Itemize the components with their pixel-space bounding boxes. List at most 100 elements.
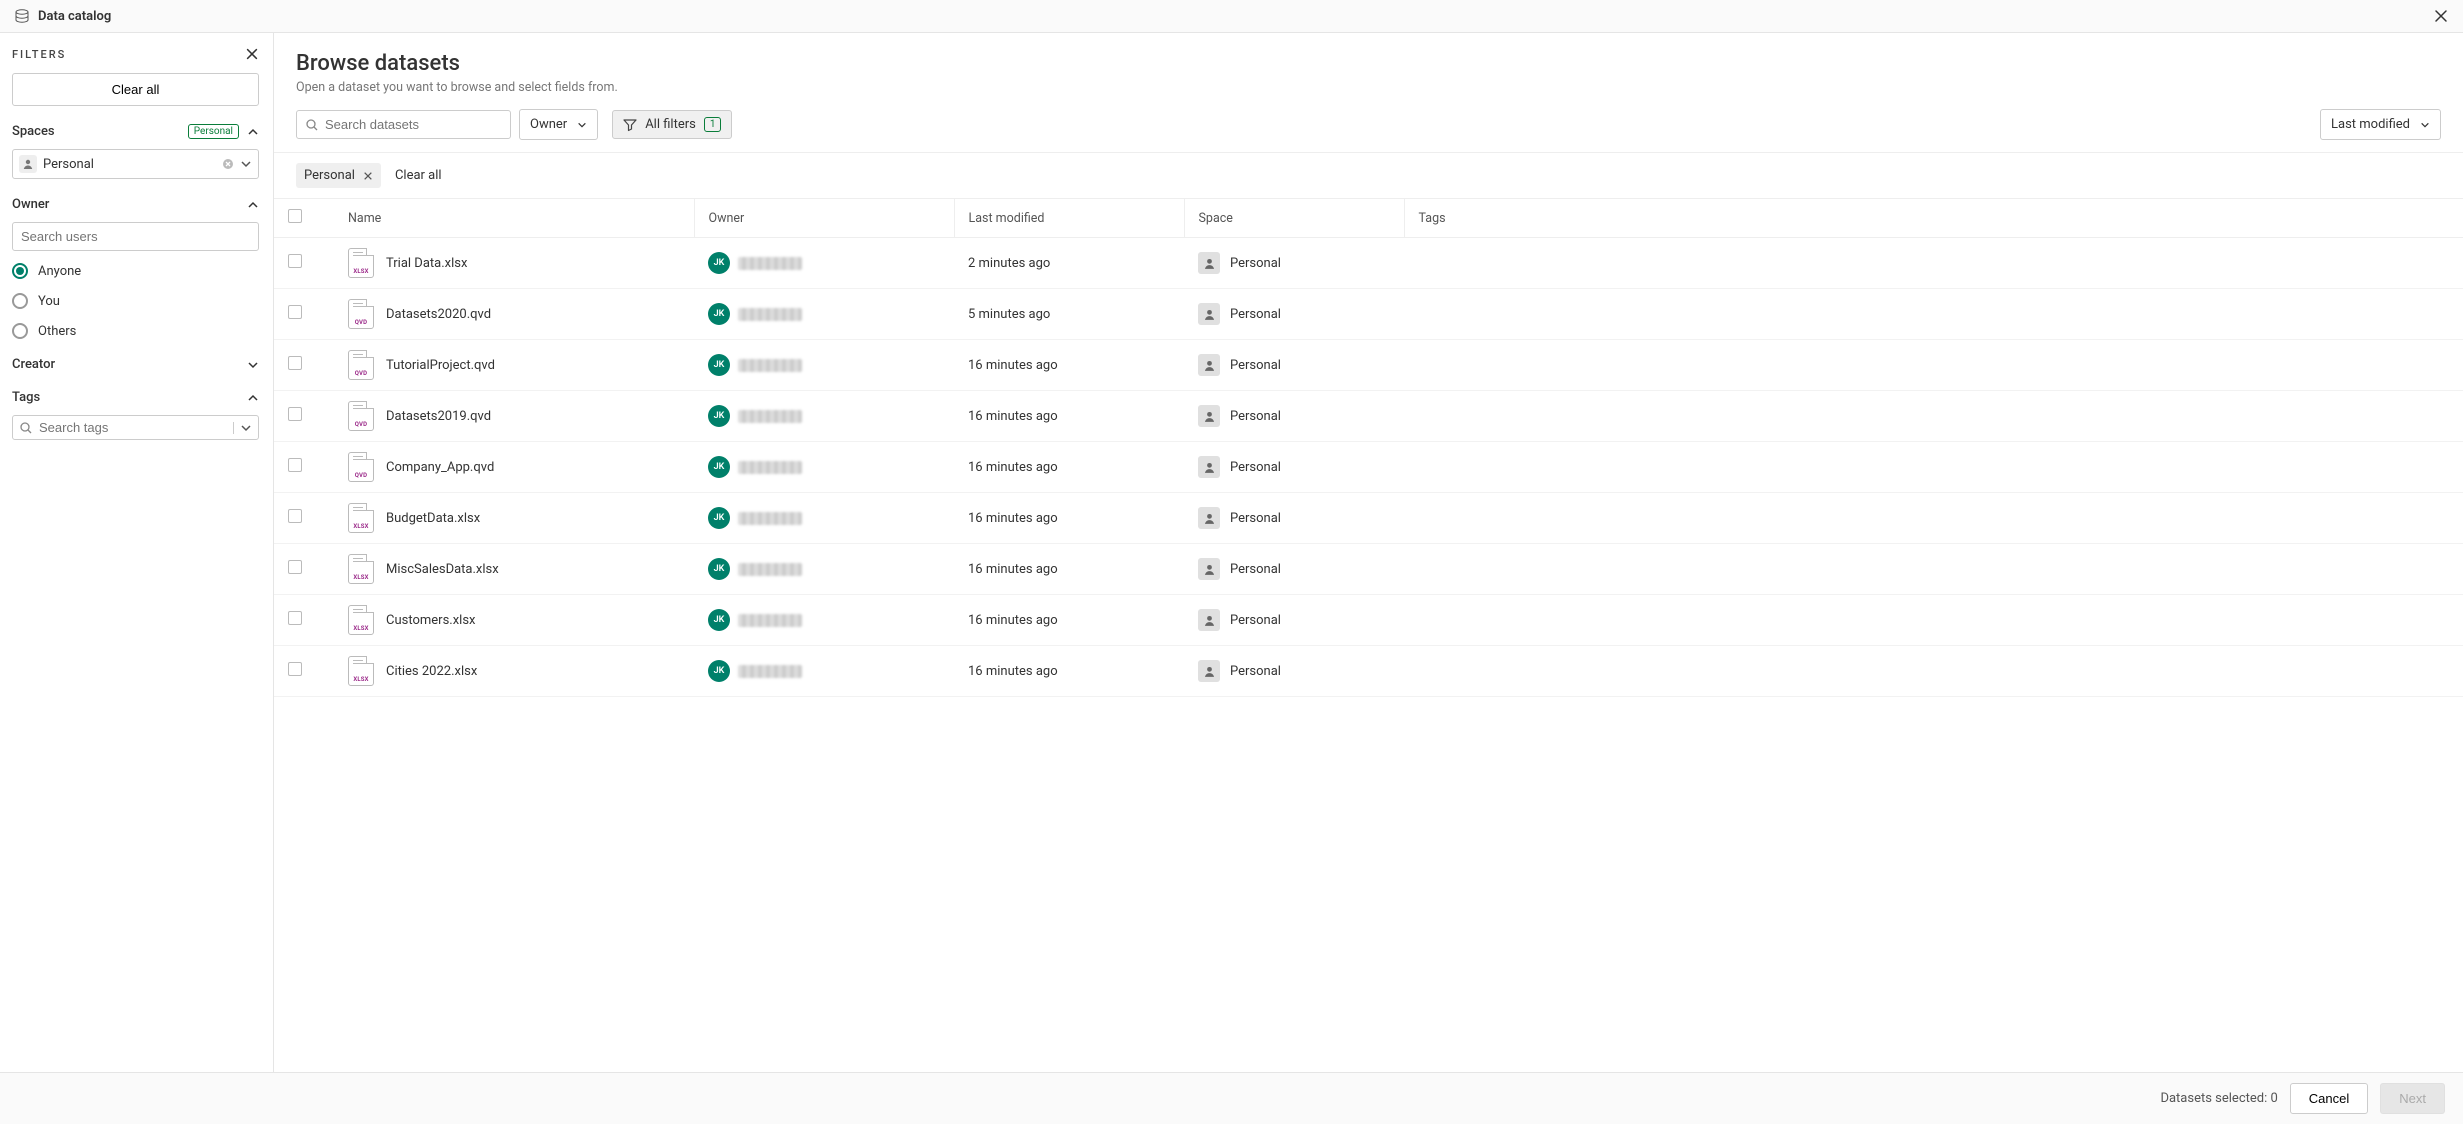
- creator-toggle[interactable]: Creator: [12, 357, 259, 372]
- row-checkbox[interactable]: [288, 407, 302, 421]
- clear-space-icon[interactable]: [222, 158, 234, 170]
- dataset-name: Trial Data.xlsx: [386, 256, 467, 271]
- person-icon: [1198, 354, 1220, 376]
- owner-name-redacted: [738, 308, 802, 321]
- clear-all-button[interactable]: Clear all: [12, 73, 259, 106]
- collapse-sidebar-icon[interactable]: [245, 47, 259, 61]
- dataset-name: Datasets2019.qvd: [386, 409, 491, 424]
- spaces-toggle[interactable]: Spaces Personal: [12, 124, 259, 139]
- owner-radio-you[interactable]: You: [12, 293, 259, 309]
- filter-chip-label: Personal: [304, 168, 355, 183]
- topbar-title: Data catalog: [38, 9, 111, 24]
- chevron-up-icon: [247, 126, 259, 138]
- file-icon: XLSX: [348, 503, 374, 533]
- owner-name-redacted: [738, 359, 802, 372]
- table-row[interactable]: XLSX Customers.xlsx JK 16 minutes ago Pe…: [274, 595, 2463, 646]
- chevron-down-icon[interactable]: [240, 158, 252, 170]
- table-row[interactable]: XLSX BudgetData.xlsx JK 16 minutes ago P…: [274, 493, 2463, 544]
- owner-name-redacted: [738, 461, 802, 474]
- last-modified: 16 minutes ago: [968, 511, 1058, 526]
- owner-radio-others[interactable]: Others: [12, 323, 259, 339]
- row-checkbox[interactable]: [288, 611, 302, 625]
- col-owner[interactable]: Owner: [694, 199, 954, 238]
- tags-search-input[interactable]: [39, 420, 227, 435]
- toolbar: Owner All filters 1 Last modified: [274, 109, 2463, 152]
- person-icon: [1198, 405, 1220, 427]
- filter-section-spaces: Spaces Personal Personal: [12, 124, 259, 179]
- owner-name-redacted: [738, 410, 802, 423]
- col-name[interactable]: Name: [334, 199, 694, 238]
- file-icon: QVD: [348, 350, 374, 380]
- col-modified[interactable]: Last modified: [954, 199, 1184, 238]
- file-icon: XLSX: [348, 248, 374, 278]
- row-checkbox[interactable]: [288, 305, 302, 319]
- owner-toggle[interactable]: Owner: [12, 197, 259, 212]
- all-filters-button[interactable]: All filters 1: [612, 110, 732, 139]
- row-checkbox[interactable]: [288, 509, 302, 523]
- file-icon: XLSX: [348, 554, 374, 584]
- row-checkbox[interactable]: [288, 560, 302, 574]
- space-name: Personal: [1230, 460, 1281, 475]
- row-checkbox[interactable]: [288, 458, 302, 472]
- owner-dropdown[interactable]: Owner: [519, 109, 598, 140]
- owner-radio-others-label: Others: [38, 324, 76, 339]
- file-ext-label: XLSX: [351, 676, 371, 683]
- row-checkbox[interactable]: [288, 356, 302, 370]
- filter-section-owner: Owner Anyone You: [12, 197, 259, 339]
- footer: Datasets selected: 0 Cancel Next: [0, 1072, 2463, 1124]
- file-icon: QVD: [348, 299, 374, 329]
- filter-section-tags: Tags: [12, 390, 259, 440]
- last-modified: 5 minutes ago: [968, 307, 1050, 322]
- space-name: Personal: [1230, 307, 1281, 322]
- select-all-checkbox[interactable]: [288, 209, 302, 223]
- space-selector[interactable]: Personal: [12, 149, 259, 179]
- chips-clear-all[interactable]: Clear all: [395, 168, 442, 183]
- cancel-button[interactable]: Cancel: [2290, 1083, 2368, 1114]
- owner-radio-anyone-label: Anyone: [38, 264, 81, 279]
- table-row[interactable]: XLSX Cities 2022.xlsx JK 16 minutes ago …: [274, 646, 2463, 697]
- owner-name-redacted: [738, 512, 802, 525]
- owner-avatar: JK: [708, 252, 730, 274]
- remove-chip-icon[interactable]: [363, 171, 373, 181]
- space-name: Personal: [1230, 256, 1281, 271]
- datasets-selected-count: Datasets selected: 0: [2160, 1091, 2277, 1106]
- col-tags[interactable]: Tags: [1404, 199, 2463, 238]
- tags-search[interactable]: [12, 415, 259, 440]
- all-filters-label: All filters: [645, 117, 696, 132]
- col-space[interactable]: Space: [1184, 199, 1404, 238]
- dataset-name: MiscSalesData.xlsx: [386, 562, 499, 577]
- dataset-name: BudgetData.xlsx: [386, 511, 480, 526]
- creator-title: Creator: [12, 357, 55, 372]
- table-row[interactable]: QVD Company_App.qvd JK 16 minutes ago Pe…: [274, 442, 2463, 493]
- file-icon: XLSX: [348, 656, 374, 686]
- spaces-title: Spaces: [12, 124, 55, 139]
- last-modified: 16 minutes ago: [968, 358, 1058, 373]
- search-datasets-input[interactable]: [325, 117, 502, 132]
- owner-avatar: JK: [708, 558, 730, 580]
- space-name: Personal: [1230, 511, 1281, 526]
- owner-search-input[interactable]: [12, 222, 259, 251]
- next-button[interactable]: Next: [2380, 1083, 2445, 1114]
- topbar: Data catalog: [0, 0, 2463, 33]
- chevron-down-icon[interactable]: [233, 422, 252, 434]
- table-row[interactable]: QVD Datasets2020.qvd JK 5 minutes ago Pe…: [274, 289, 2463, 340]
- search-datasets[interactable]: [296, 110, 511, 139]
- tags-toggle[interactable]: Tags: [12, 390, 259, 405]
- table-row[interactable]: XLSX MiscSalesData.xlsx JK 16 minutes ag…: [274, 544, 2463, 595]
- table-row[interactable]: QVD TutorialProject.qvd JK 16 minutes ag…: [274, 340, 2463, 391]
- row-checkbox[interactable]: [288, 662, 302, 676]
- table-row[interactable]: XLSX Trial Data.xlsx JK 2 minutes ago Pe…: [274, 238, 2463, 289]
- person-icon: [1198, 558, 1220, 580]
- last-modified: 2 minutes ago: [968, 256, 1050, 271]
- sort-dropdown[interactable]: Last modified: [2320, 109, 2441, 140]
- chevron-down-icon: [247, 359, 259, 371]
- table-row[interactable]: QVD Datasets2019.qvd JK 16 minutes ago P…: [274, 391, 2463, 442]
- owner-radio-anyone[interactable]: Anyone: [12, 263, 259, 279]
- space-name: Personal: [1230, 409, 1281, 424]
- row-checkbox[interactable]: [288, 254, 302, 268]
- close-icon[interactable]: [2433, 8, 2449, 24]
- main-panel: Browse datasets Open a dataset you want …: [274, 33, 2463, 1072]
- file-ext-label: QVD: [351, 472, 371, 479]
- file-ext-label: QVD: [351, 319, 371, 326]
- last-modified: 16 minutes ago: [968, 562, 1058, 577]
